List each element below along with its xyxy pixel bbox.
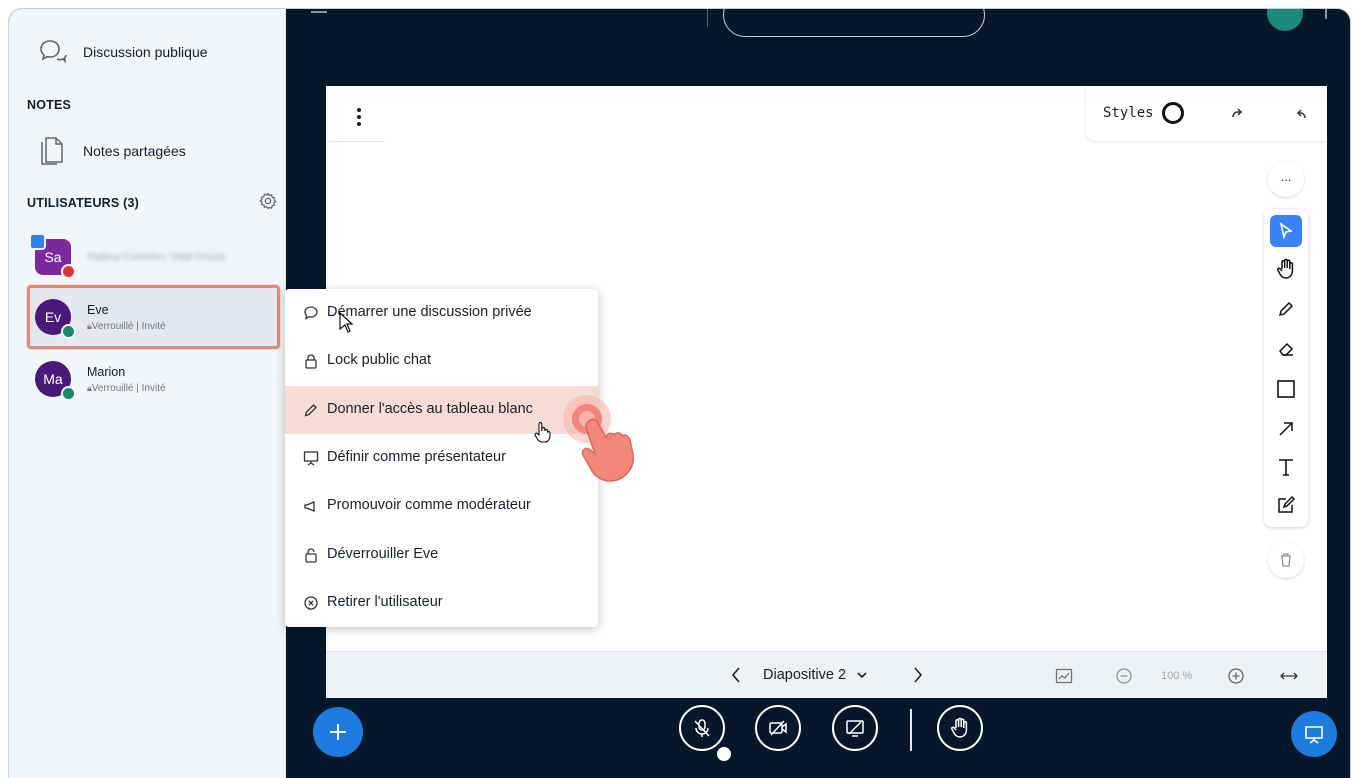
headset-icon xyxy=(61,324,76,339)
board-menu-icon[interactable] xyxy=(349,105,369,129)
headset-icon xyxy=(61,386,76,401)
microphone-toggle-button[interactable] xyxy=(679,705,725,751)
microphone-muted-icon xyxy=(691,717,713,739)
user-name-blurred: Sabina Caviedes Vidal (Vous) xyxy=(87,251,226,263)
hamburger-icon[interactable] xyxy=(311,9,327,13)
menu-item-label: Lock public chat xyxy=(327,352,431,368)
zoom-in-icon[interactable] xyxy=(1227,667,1245,685)
arrow-tool-icon[interactable] xyxy=(1270,413,1302,445)
menu-item-promote-moderator[interactable]: Promouvoir comme modérateur xyxy=(285,482,598,530)
public-chat-label: Discussion publique xyxy=(83,44,208,60)
top-bar xyxy=(287,9,1350,81)
user-role: 🔒︎Verrouillé | Invité xyxy=(87,383,166,394)
menu-item-lock-public-chat[interactable]: Lock public chat xyxy=(285,337,598,385)
chart-icon[interactable] xyxy=(1055,667,1073,685)
users-heading: UTILISATEURS (3) xyxy=(27,196,139,210)
camera-toggle-button[interactable] xyxy=(755,705,801,751)
whiteboard-tool-panel xyxy=(1264,209,1308,527)
menu-item-label: Définir comme présentateur xyxy=(327,449,506,465)
shared-notes-item[interactable]: Notes partagées xyxy=(39,135,186,167)
fit-width-icon[interactable] xyxy=(1279,669,1299,683)
pencil-icon xyxy=(303,402,319,418)
user-item-self[interactable]: Sa Sabina Caviedes Vidal (Vous) xyxy=(9,231,286,281)
audio-settings-chevron-icon[interactable] xyxy=(715,745,733,763)
menu-item-unlock-user[interactable]: Déverrouiller Eve xyxy=(285,531,598,579)
styles-label[interactable]: Styles xyxy=(1103,105,1154,121)
avatar[interactable] xyxy=(1267,9,1303,31)
chat-bubbles-icon xyxy=(37,37,67,67)
undo-icon[interactable] xyxy=(1292,104,1312,124)
menu-item-label: Déverrouiller Eve xyxy=(327,546,439,562)
next-slide-icon[interactable] xyxy=(911,665,925,685)
previous-slide-icon[interactable] xyxy=(729,665,743,685)
document-icon xyxy=(39,135,65,167)
chat-bubble-icon xyxy=(303,305,319,321)
menu-item-label: Donner l'accès au tableau blanc xyxy=(327,401,533,417)
menu-item-private-chat[interactable]: Démarrer une discussion privée xyxy=(285,289,598,337)
redo-icon[interactable] xyxy=(1226,104,1246,124)
controls-divider xyxy=(910,709,912,751)
more-options-button[interactable]: ... xyxy=(1268,161,1304,197)
user-context-menu: Démarrer une discussion privée Lock publ… xyxy=(285,289,598,627)
public-chat-item[interactable]: Discussion publique xyxy=(37,37,208,67)
notes-heading: NOTES xyxy=(27,98,72,112)
tap-gesture-hand-icon xyxy=(559,391,643,495)
text-tool-icon[interactable] xyxy=(1270,451,1302,483)
sticky-note-tool-icon[interactable] xyxy=(1270,489,1302,521)
menu-item-label: Démarrer une discussion privée xyxy=(327,304,532,320)
add-action-button[interactable] xyxy=(313,707,363,757)
user-item-marion[interactable]: Ma Marion 🔒︎Verrouillé | Invité xyxy=(9,351,286,407)
menu-item-label: Promouvoir comme modérateur xyxy=(327,497,531,513)
slide-selector[interactable]: Diapositive 2 xyxy=(763,667,868,683)
stroke-style-circle-icon[interactable] xyxy=(1162,102,1184,124)
meeting-title-divider xyxy=(707,9,708,27)
remove-circle-icon xyxy=(303,595,319,611)
options-icon[interactable] xyxy=(1325,9,1329,19)
zoom-level: 100 % xyxy=(1161,670,1193,682)
user-role: 🔒︎Verrouillé | Invité xyxy=(87,321,166,332)
mouse-pointer-cursor-icon xyxy=(339,312,355,334)
zoom-out-icon[interactable] xyxy=(1115,667,1133,685)
eraser-tool-icon[interactable] xyxy=(1270,333,1302,365)
presentation-toggle-button[interactable] xyxy=(1291,711,1337,757)
menu-item-remove-user[interactable]: Retirer l'utilisateur xyxy=(285,579,598,627)
microphone-muted-icon xyxy=(61,264,76,279)
styles-panel: Styles xyxy=(1086,87,1327,141)
menu-item-whiteboard-access[interactable]: Donner l'accès au tableau blanc xyxy=(285,386,598,434)
hand-tool-icon[interactable] xyxy=(1270,253,1302,285)
presentation-icon xyxy=(303,450,319,466)
sidebar: Discussion publique NOTES Notes partagée… xyxy=(9,9,286,778)
user-name: Marion xyxy=(87,365,126,379)
megaphone-icon xyxy=(303,498,319,514)
chevron-down-icon xyxy=(856,671,868,679)
unlock-icon xyxy=(303,547,319,563)
trash-icon xyxy=(1280,553,1292,567)
screen-share-off-icon xyxy=(844,717,866,739)
presenter-badge-icon xyxy=(29,233,46,250)
app-window: Discussion publique NOTES Notes partagée… xyxy=(8,8,1351,778)
lock-icon xyxy=(303,353,319,369)
recording-pill[interactable] xyxy=(723,9,985,37)
raise-hand-icon xyxy=(950,717,970,739)
delete-button[interactable] xyxy=(1268,542,1304,578)
menu-item-label: Retirer l'utilisateur xyxy=(327,594,443,610)
screen-share-toggle-button[interactable] xyxy=(832,705,878,751)
select-tool-icon[interactable] xyxy=(1270,215,1302,247)
user-name: Eve xyxy=(87,303,109,317)
pencil-tool-icon[interactable] xyxy=(1270,293,1302,325)
board-menu-underline xyxy=(329,141,385,142)
user-item-eve[interactable]: Ev Eve 🔒︎Verrouillé | Invité xyxy=(9,289,286,345)
gear-icon[interactable] xyxy=(259,192,277,210)
presentation-icon xyxy=(1303,723,1325,745)
camera-off-icon xyxy=(767,717,789,739)
shared-notes-label: Notes partagées xyxy=(83,143,186,159)
menu-item-make-presenter[interactable]: Définir comme présentateur xyxy=(285,434,598,482)
hand-pointer-cursor-icon xyxy=(533,421,551,443)
plus-icon xyxy=(328,722,348,742)
rectangle-tool-icon[interactable] xyxy=(1270,373,1302,405)
raise-hand-button[interactable] xyxy=(937,705,983,751)
